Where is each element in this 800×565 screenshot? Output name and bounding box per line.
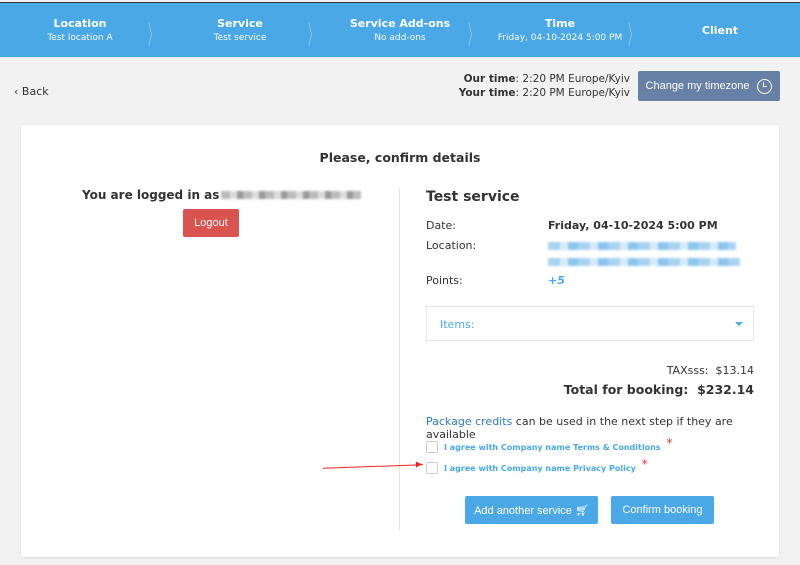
page-title: Please, confirm details — [319, 150, 481, 165]
package-credits-note: Package credits can be used in the next … — [426, 415, 733, 441]
items-dropdown[interactable]: Items: — [426, 306, 754, 341]
step-client[interactable]: Client — [640, 3, 800, 57]
confirm-card: Please, confirm details You are logged i… — [21, 125, 779, 557]
cart-icon: 🛒︎ — [574, 504, 589, 517]
tax-line: TAXsss: $13.14 — [666, 364, 754, 377]
chevron-right-icon: 〉 — [147, 21, 159, 51]
chevron-right-icon: 〉 — [467, 21, 479, 51]
chevron-left-icon: ‹ — [14, 85, 22, 98]
add-another-service-button[interactable]: Add another service 🛒︎ — [465, 496, 598, 524]
back-button[interactable]: ‹ Back — [14, 85, 49, 98]
caret-down-icon — [735, 322, 743, 330]
service-title: Test service — [426, 189, 520, 205]
step-service[interactable]: Service Test service 〉 — [160, 3, 320, 57]
points-value: +5 — [548, 274, 565, 287]
total-line: Total for booking: $232.14 — [563, 382, 754, 397]
clock-icon — [757, 78, 773, 94]
booking-steps: Location Test location A 〉 Service Test ser… — [0, 2, 800, 57]
step-addons[interactable]: Service Add-ons No add-ons 〉 — [320, 3, 480, 57]
step-location[interactable]: Location Test location A 〉 — [0, 3, 160, 57]
change-timezone-button[interactable]: Change my timezone — [638, 71, 780, 101]
privacy-checkbox-row[interactable]: I agree with Company name Privacy Policy… — [426, 457, 648, 475]
chevron-right-icon: 〉 — [307, 21, 319, 51]
redacted-location — [548, 240, 740, 269]
privacy-checkbox[interactable] — [426, 462, 438, 474]
package-credits-link[interactable]: Package credits — [426, 415, 512, 428]
terms-checkbox-row[interactable]: I agree with Company name Terms & Condit… — [426, 436, 673, 454]
time-info: Our time: 2:20 PM Europe/Kyiv Your time:… — [458, 73, 630, 99]
redacted-username — [221, 191, 362, 199]
logged-in-text: You are logged in as — [82, 188, 362, 202]
chevron-right-icon: 〉 — [627, 21, 639, 51]
divider — [399, 188, 400, 530]
step-time[interactable]: Time Friday, 04-10-2024 5:00 PM 〉 — [480, 3, 640, 57]
logout-button[interactable]: Logout — [183, 209, 239, 237]
date-value: Friday, 04-10-2024 5:00 PM — [548, 219, 718, 232]
terms-checkbox[interactable] — [426, 441, 438, 453]
confirm-booking-button[interactable]: Confirm booking — [611, 496, 714, 524]
